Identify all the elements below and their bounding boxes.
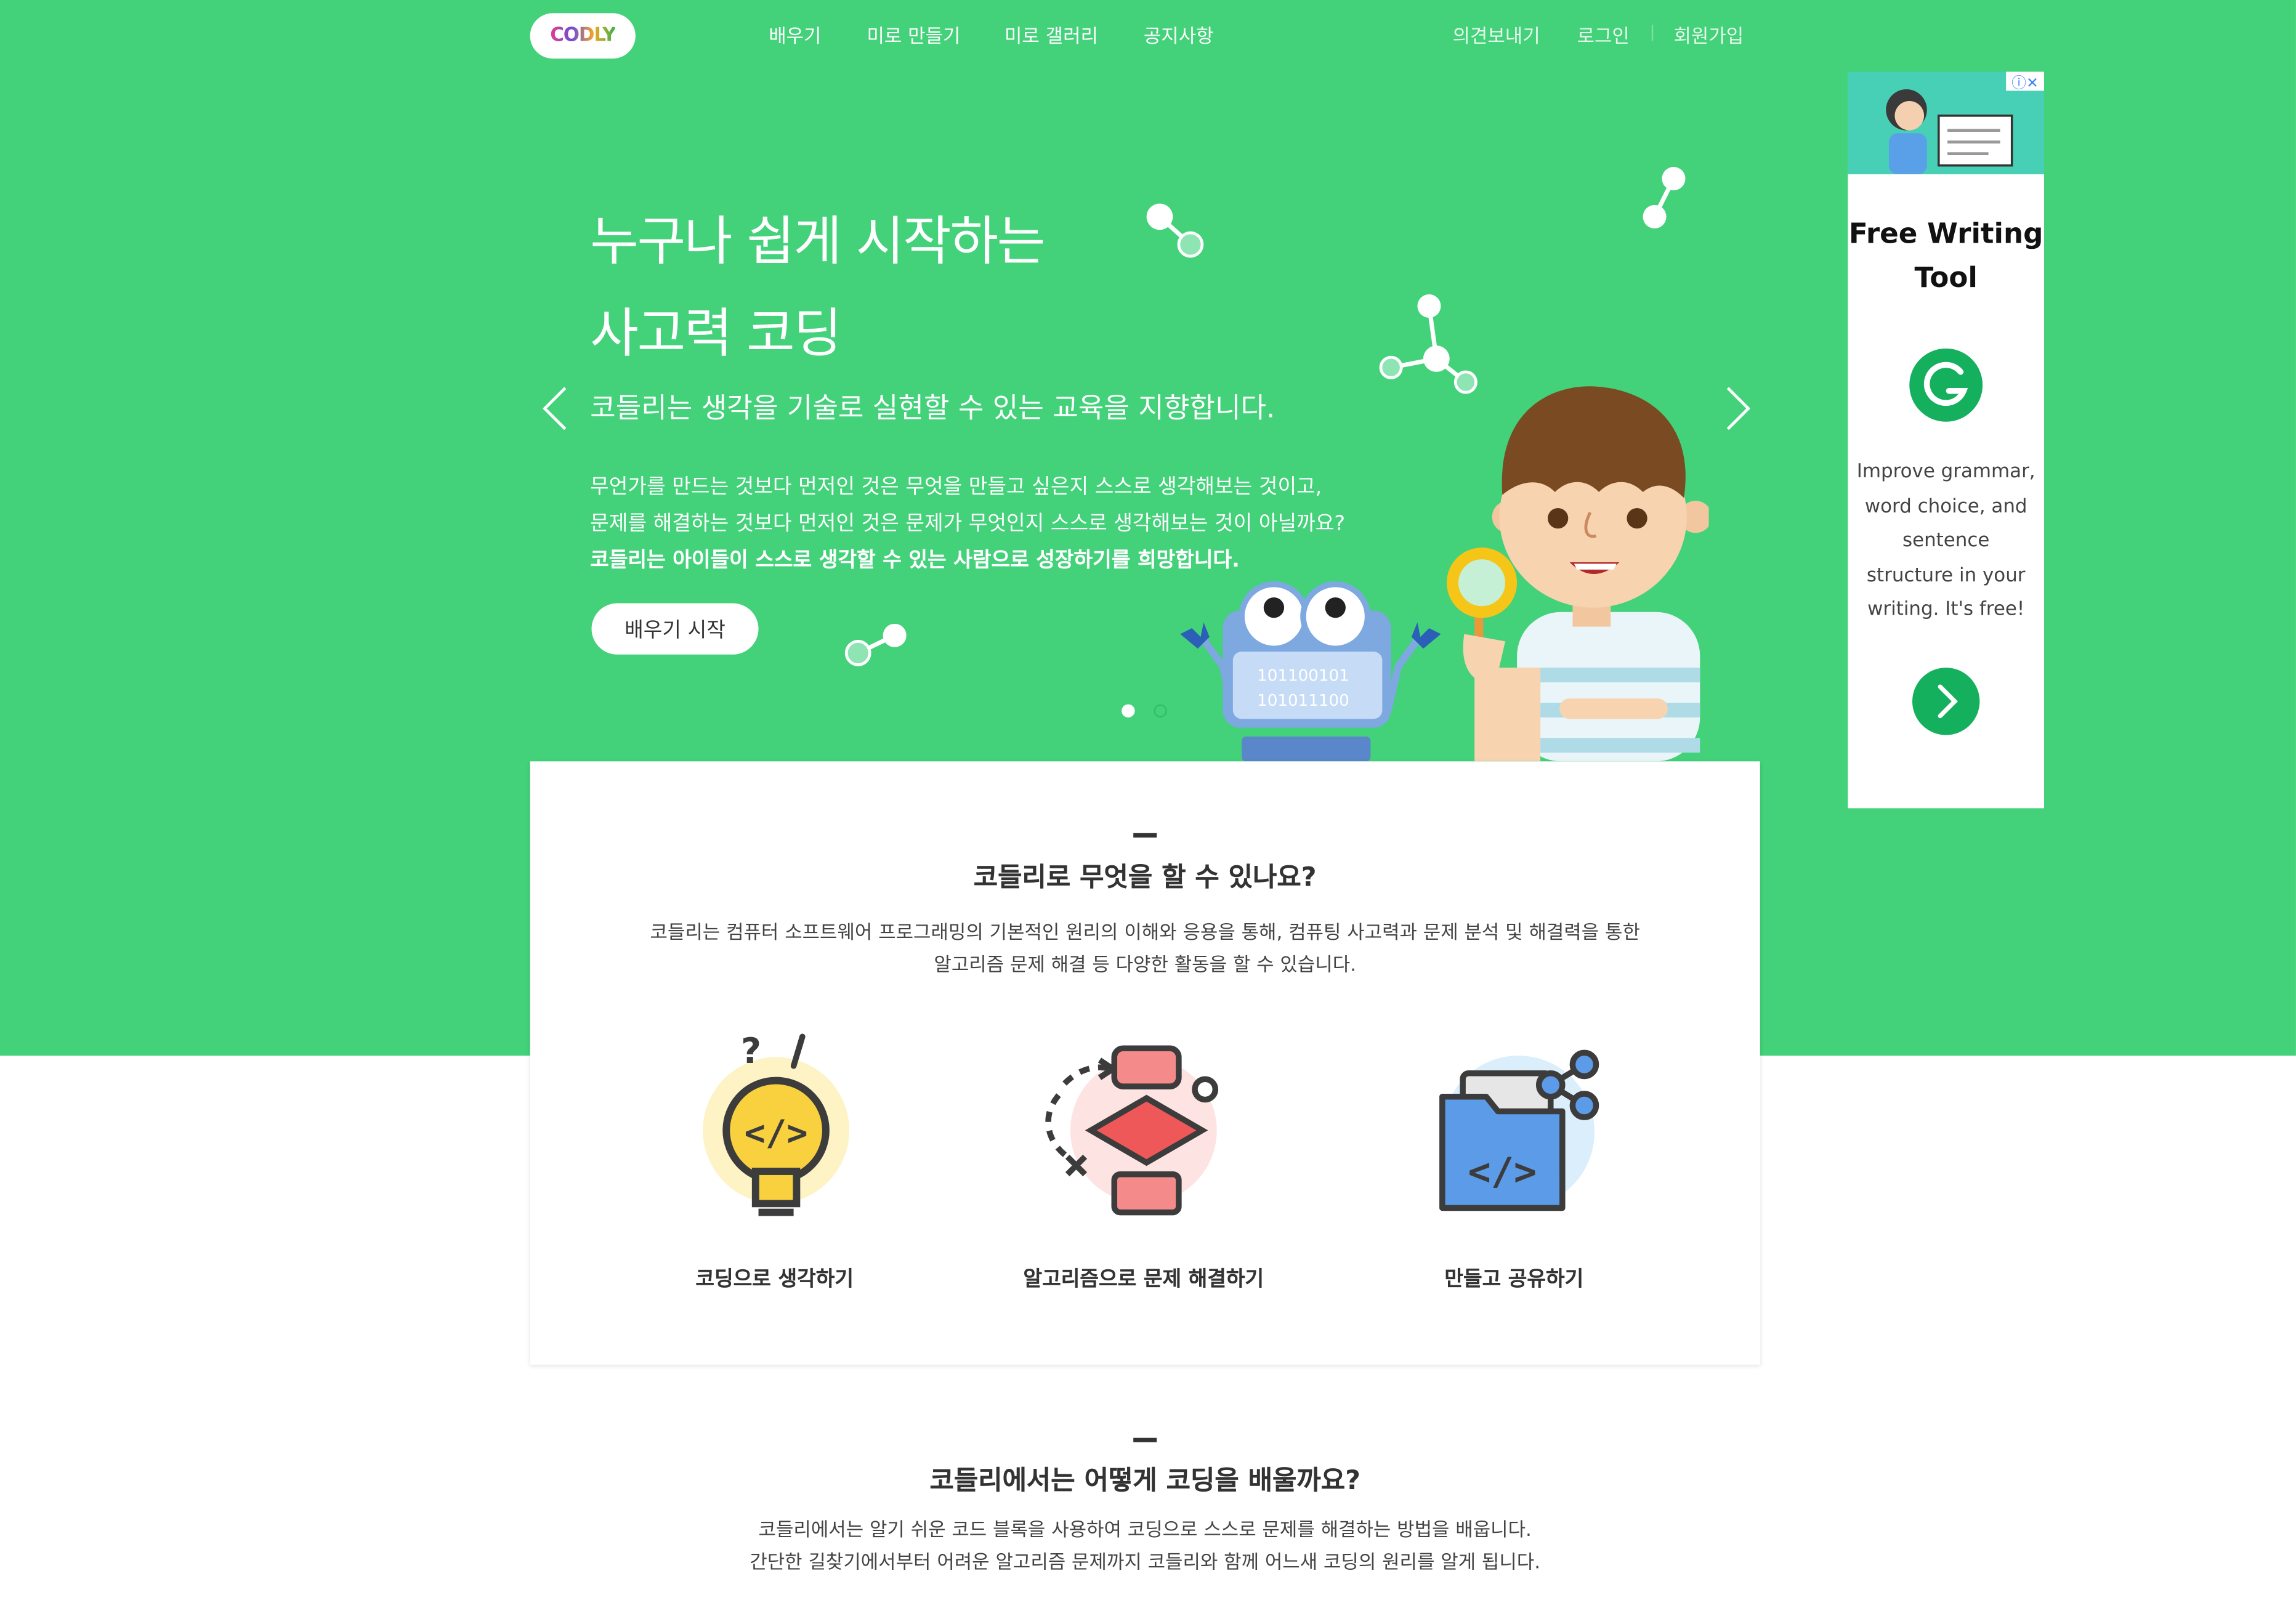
header-divider	[1651, 25, 1654, 41]
flowchart-icon	[1045, 1045, 1219, 1216]
slide-dot-1[interactable]	[1122, 704, 1135, 717]
lightbulb-code-icon: ? </>	[703, 1031, 849, 1216]
next-slide-arrow[interactable]	[1722, 384, 1754, 439]
feature-label-algorithm: 알고리즘으로 문제 해결하기	[1023, 1267, 1264, 1291]
nav-learn[interactable]: 배우기	[769, 20, 821, 49]
nav-maze-gallery[interactable]: 미로 갤러리	[1004, 20, 1098, 49]
svg-text:</>: </>	[1468, 1149, 1537, 1194]
chevron-left-icon	[543, 387, 567, 430]
side-advertisement[interactable]: ⓘ✕ Free Writing Tool Improve grammar, wo…	[1848, 71, 2044, 809]
logo-text: CODLY	[550, 25, 616, 47]
section1-desc-line2: 알고리즘 문제 해결 등 다양한 활동을 할 수 있습니다.	[934, 955, 1356, 977]
section1-title: 코들리로 무엇을 할 수 있나요?	[973, 862, 1317, 894]
prev-slide-arrow[interactable]	[539, 384, 571, 439]
svg-text:?: ?	[741, 1031, 761, 1072]
hero-paragraph-bold: 코들리는 아이들이 스스로 생각할 수 있는 사람으로 성장하기를 희망합니다.	[590, 549, 1240, 573]
ad-title: Free Writing Tool	[1848, 218, 2043, 294]
molecule-decoration-4	[844, 623, 907, 666]
section2-desc-line1: 코들리에서는 알기 쉬운 코드 블록을 사용하여 코딩으로 스스로 문제를 해결…	[758, 1519, 1532, 1542]
section2-desc-line2: 간단한 길찾기에서부터 어려운 알고리즘 문제까지 코들리와 함께 어느새 코딩…	[750, 1552, 1541, 1574]
section1-desc-line1: 코들리는 컴퓨터 소프트웨어 프로그래밍의 기본적인 원리의 이해와 응용을 통…	[650, 922, 1640, 945]
section2-title: 코들리에서는 어떻게 코딩을 배울까요?	[929, 1465, 1360, 1497]
hero-paragraph-line1: 무언가를 만드는 것보다 먼저인 것은 무엇을 만들고 싶은지 스스로 생각해보…	[590, 475, 1322, 499]
grammarly-logo-icon	[1909, 348, 1983, 422]
nav-make-maze[interactable]: 미로 만들기	[867, 20, 960, 49]
svg-text:</>: </>	[745, 1113, 808, 1153]
folder-share-icon: </>	[1439, 1049, 1599, 1211]
robot-binary-1: 101100101	[1257, 667, 1349, 685]
codly-logo[interactable]: CODLY	[530, 13, 636, 59]
start-learning-button[interactable]: 배우기 시작	[591, 603, 759, 655]
signup-link[interactable]: 회원가입	[1673, 20, 1744, 49]
boy-illustration	[1446, 386, 1709, 762]
ad-choices-badge[interactable]: ⓘ✕	[2006, 71, 2044, 92]
nav-notice[interactable]: 공지사항	[1144, 20, 1214, 49]
chevron-right-icon	[1726, 387, 1751, 430]
ad-arrow-button[interactable]	[1911, 666, 1981, 737]
hero-paragraph-line2: 문제를 해결하는 것보다 먼저인 것은 문제가 무엇인지 스스로 생각해보는 것…	[590, 512, 1346, 536]
section-title-bar	[1133, 833, 1157, 838]
feature-label-think: 코딩으로 생각하기	[695, 1267, 854, 1291]
feature-label-share: 만들고 공유하기	[1444, 1267, 1584, 1291]
hero-subtitle: 코들리는 생각을 기술로 실현할 수 있는 교육을 지향합니다.	[590, 392, 1275, 425]
molecule-decoration-2	[1643, 167, 1686, 228]
molecule-decoration-1	[1146, 203, 1204, 258]
section2-title-bar	[1133, 1437, 1157, 1442]
robot-binary-2: 101011100	[1257, 692, 1349, 710]
page: CODLY 배우기 미로 만들기 미로 갤러리 공지사항 의견보내기 로그인 회…	[0, 0, 2296, 1607]
feedback-link[interactable]: 의견보내기	[1452, 20, 1540, 49]
hero-title-line2: 사고력 코딩	[590, 304, 842, 365]
robot-illustration: 101100101 101011100	[1180, 581, 1441, 762]
hero-title-line1: 누구나 쉽게 시작하는	[590, 212, 1045, 273]
login-link[interactable]: 로그인	[1577, 20, 1630, 49]
ad-body-text: Improve grammar, word choice, and senten…	[1856, 461, 2035, 621]
slide-dot-2[interactable]	[1154, 704, 1167, 717]
